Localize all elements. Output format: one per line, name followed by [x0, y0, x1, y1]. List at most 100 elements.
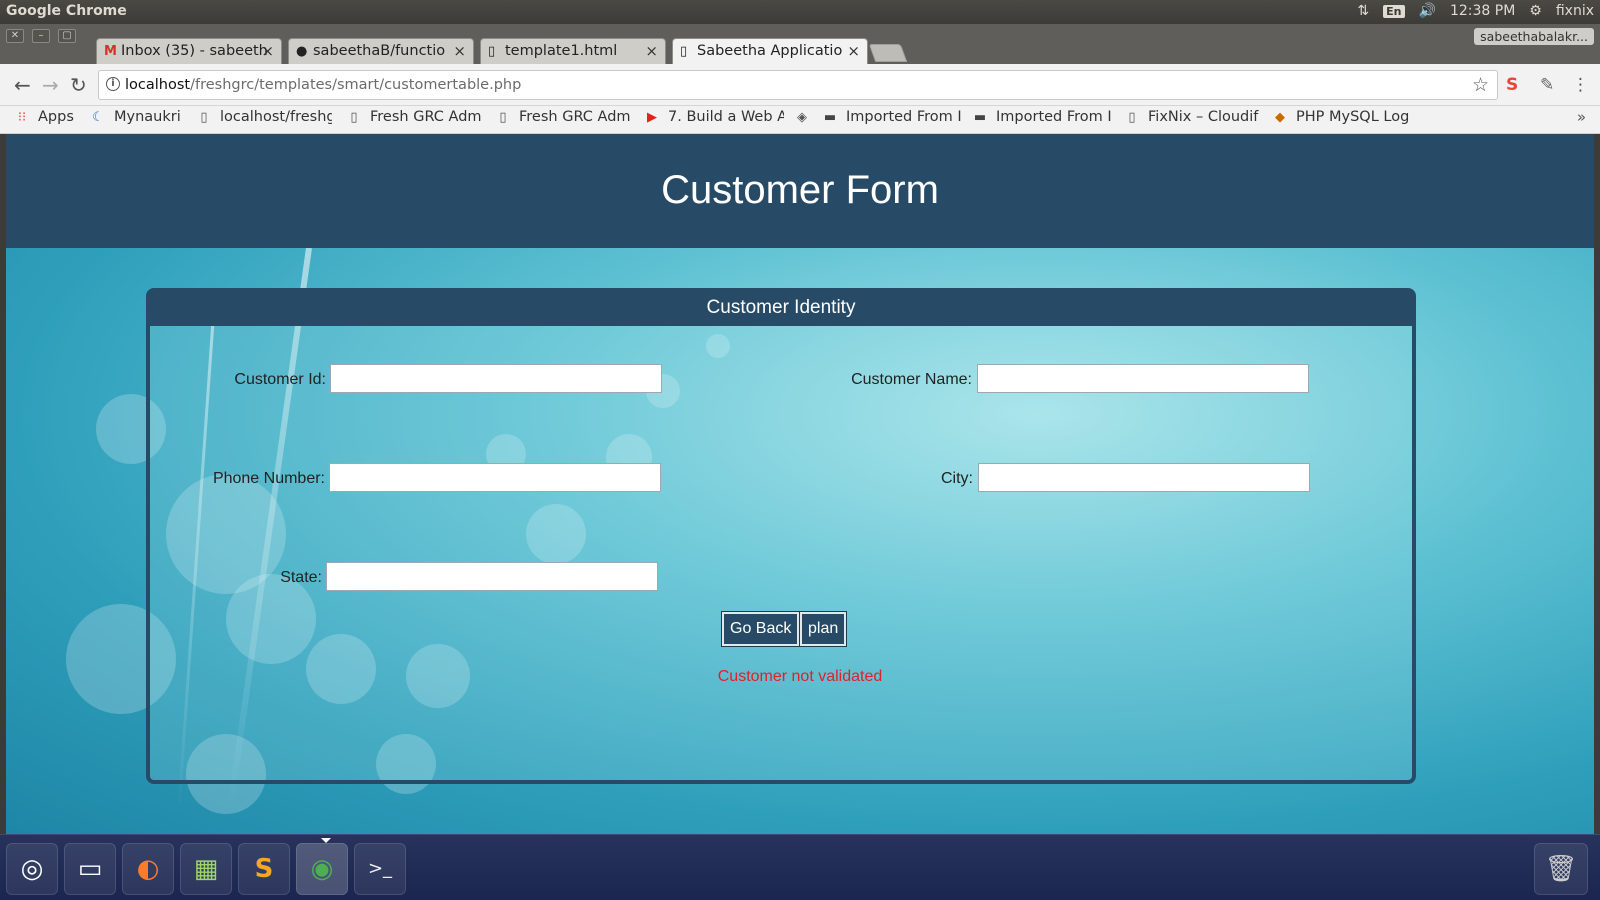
bookmark-fresh-grc-2[interactable]: ▯ Fresh GRC Admi — [495, 109, 631, 131]
bookmark-label: Imported From I — [846, 109, 962, 125]
bookmark-apps[interactable]: ⁝⁝ Apps — [14, 109, 74, 131]
page-icon: ▯ — [499, 110, 507, 125]
bookmark-label: Mynaukri — [114, 109, 181, 125]
close-window-icon[interactable]: ✕ — [6, 29, 24, 43]
terminal-icon[interactable]: >_ — [354, 843, 406, 895]
state-label: State: — [280, 569, 322, 586]
volume-icon[interactable]: 🔊 — [1419, 3, 1436, 19]
browser-toolbar: ← → ↻ i localhost/freshgrc/templates/sma… — [0, 64, 1600, 106]
close-tab-icon[interactable]: × — [261, 42, 274, 60]
bookmark-imported-2[interactable]: ▬ Imported From I — [972, 109, 1112, 131]
gmail-icon: M — [104, 44, 117, 59]
new-tab-button[interactable] — [868, 44, 908, 62]
bookmark-mynaukri[interactable]: ☾ Mynaukri — [90, 109, 181, 131]
customer-id-input[interactable] — [330, 364, 662, 393]
page-icon: ▯ — [1128, 110, 1136, 125]
bookmark-label: PHP MySQL Log — [1296, 109, 1410, 125]
spreadsheet-viewer-icon[interactable]: ▦ — [180, 843, 232, 895]
folder-icon: ▬ — [823, 110, 837, 125]
tab-label: Inbox (35) - sabeeth — [121, 43, 268, 59]
chrome-icon[interactable]: ◉ — [296, 838, 348, 895]
bookmark-label: Apps — [38, 109, 74, 125]
os-top-panel: Google Chrome ⇅ En 🔊 12:38 PM ⚙ fixnix — [0, 0, 1600, 24]
tab-template[interactable]: ▯ template1.html × — [480, 38, 666, 64]
customer-name-label: Customer Name: — [851, 371, 972, 388]
bookmarks-bar: ⁝⁝ Apps ☾ Mynaukri ▯ localhost/freshg ▯ Fres… — [0, 106, 1600, 134]
firefox-icon[interactable]: ◐ — [122, 843, 174, 895]
profile-button[interactable]: sabeethabalakr... — [1474, 28, 1594, 45]
tab-label: Sabeetha Applicatio — [697, 43, 843, 59]
bookmark-label: localhost/freshg — [220, 109, 332, 125]
minimize-window-icon[interactable]: – — [32, 29, 50, 43]
folder-icon: ▬ — [973, 110, 987, 125]
bookmark-fresh-grc-1[interactable]: ▯ Fresh GRC Admi — [346, 109, 482, 131]
page-viewport: Customer Form Customer Identity Customer… — [6, 134, 1594, 834]
close-tab-icon[interactable]: × — [645, 42, 658, 60]
settings-gear-icon[interactable]: ⚙ — [1529, 3, 1542, 19]
phone-number-input[interactable] — [329, 463, 661, 492]
bookmark-star-icon[interactable]: ☆ — [1472, 74, 1489, 96]
keyboard-layout-indicator[interactable]: En — [1383, 4, 1405, 18]
address-bar[interactable]: i localhost/freshgrc/templates/smart/cus… — [98, 70, 1498, 100]
extension-tool-icon[interactable]: ✎ — [1540, 75, 1554, 95]
github-icon: ● — [296, 44, 308, 59]
state-input[interactable] — [326, 562, 658, 591]
reload-icon[interactable]: ↻ — [70, 73, 87, 97]
url-host: localhost — [125, 77, 191, 93]
ubuntu-dash-icon[interactable]: ◎ — [6, 843, 58, 895]
bookmark-label: Fresh GRC Admi — [370, 109, 482, 125]
active-indicator — [321, 838, 331, 843]
bookmark-label: Fresh GRC Admi — [519, 109, 631, 125]
back-arrow-icon[interactable]: ← — [14, 73, 31, 97]
launcher-dock: ◎ ▭ ◐ ▦ S ◉ >_ 🗑 — [0, 834, 1600, 900]
phone-number-label: Phone Number: — [212, 470, 325, 487]
window-title: Google Chrome — [6, 3, 127, 19]
plan-button[interactable]: plan — [798, 611, 848, 647]
sublime-text-icon[interactable]: S — [238, 843, 290, 895]
trash-icon[interactable]: 🗑 — [1534, 843, 1588, 895]
php-icon: ◆ — [1275, 110, 1285, 125]
validation-status-message: Customer not validated — [717, 668, 883, 685]
page-icon: ▯ — [200, 110, 208, 125]
naukri-icon: ☾ — [92, 110, 104, 125]
close-tab-icon[interactable]: × — [453, 42, 466, 60]
bookmark-build-web-app[interactable]: ▶ 7. Build a Web A — [644, 109, 784, 131]
site-info-icon[interactable]: i — [106, 77, 120, 91]
close-tab-icon[interactable]: × — [847, 42, 860, 60]
extension-s-icon[interactable]: S — [1506, 75, 1518, 95]
user-name[interactable]: fixnix — [1556, 3, 1594, 19]
bookmark-fixnix[interactable]: ▯ FixNix – Cloudif — [1124, 109, 1262, 131]
customer-id-label: Customer Id: — [234, 371, 326, 388]
more-bookmarks-icon[interactable]: » — [1577, 108, 1586, 126]
clock[interactable]: 12:38 PM — [1450, 3, 1515, 19]
bookmark-diamond[interactable]: ◈ — [794, 109, 818, 131]
page-icon: ▯ — [488, 44, 496, 59]
apps-grid-icon: ⁝⁝ — [17, 110, 27, 125]
maximize-window-icon[interactable]: ▢ — [58, 29, 76, 43]
tab-inbox[interactable]: M Inbox (35) - sabeeth × — [96, 38, 282, 64]
network-icon[interactable]: ⇅ — [1357, 3, 1369, 19]
bookmark-php-mysql[interactable]: ◆ PHP MySQL Log — [1272, 109, 1422, 131]
bookmark-label: FixNix – Cloudif — [1148, 109, 1259, 125]
panel-title: Customer Identity — [150, 292, 1412, 326]
tab-github[interactable]: ● sabeethaB/functio × — [288, 38, 474, 64]
chrome-menu-icon[interactable]: ⋮ — [1572, 75, 1589, 95]
url-path: /freshgrc/templates/smart/customertable.… — [190, 77, 522, 93]
bookmark-imported-1[interactable]: ▬ Imported From I — [822, 109, 962, 131]
diamond-icon: ◈ — [797, 110, 807, 125]
youtube-icon: ▶ — [647, 110, 657, 125]
bookmark-label: 7. Build a Web A — [668, 109, 784, 125]
go-back-button[interactable]: Go Back — [720, 611, 801, 647]
city-input[interactable] — [978, 463, 1310, 492]
system-tray: ⇅ En 🔊 12:38 PM ⚙ fixnix — [1357, 3, 1594, 19]
page-title: Customer Form — [661, 168, 939, 212]
forward-arrow-icon[interactable]: → — [42, 73, 59, 97]
customer-identity-panel: Customer Identity — [146, 288, 1416, 784]
tab-strip: ✕ – ▢ M Inbox (35) - sabeeth × ● sabeeth… — [0, 24, 1600, 64]
customer-name-input[interactable] — [977, 364, 1309, 393]
tab-label: template1.html — [505, 43, 618, 59]
bookmark-localhost[interactable]: ▯ localhost/freshg — [196, 109, 332, 131]
tab-sabeetha-application[interactable]: ▯ Sabeetha Applicatio × — [672, 38, 868, 64]
city-label: City: — [941, 470, 973, 487]
file-manager-icon[interactable]: ▭ — [64, 843, 116, 895]
